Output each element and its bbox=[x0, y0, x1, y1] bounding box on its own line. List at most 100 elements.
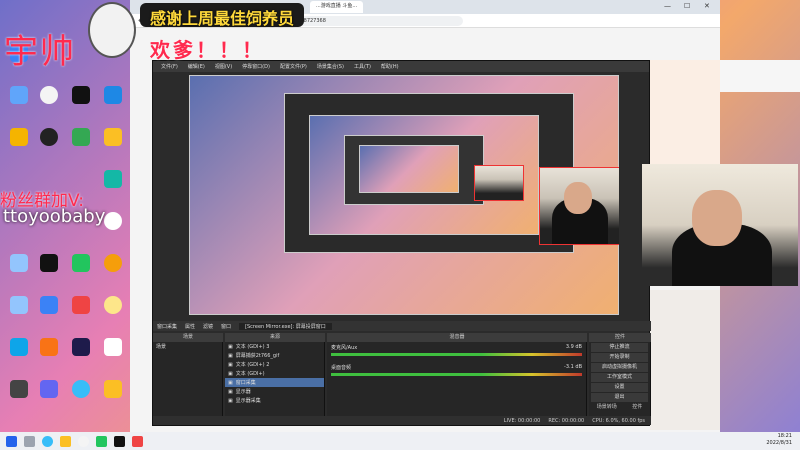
logitech-icon bbox=[40, 128, 58, 146]
obs-preview[interactable] bbox=[189, 75, 619, 315]
desktop-icon[interactable] bbox=[34, 86, 64, 104]
source-type-icon: ▣ bbox=[228, 352, 233, 359]
source-item[interactable]: ▣ 文本 (GDI+) 2 bbox=[225, 360, 324, 369]
source-label: 文本 (GDI+) 3 bbox=[235, 344, 270, 350]
desktop-icon[interactable] bbox=[34, 380, 64, 398]
mixer-channel: 麦克风/Aux 3.9 dB bbox=[327, 342, 586, 362]
nested-capture bbox=[359, 145, 459, 193]
desktop-icon[interactable] bbox=[4, 338, 34, 356]
mixer-channel-header: 桌面音频 -3.1 dB bbox=[331, 364, 582, 371]
source-label: 窗口采集 bbox=[235, 380, 256, 386]
obs-menu-item[interactable]: 场景集合(S) bbox=[317, 63, 344, 70]
volume-meter[interactable] bbox=[331, 373, 582, 376]
desktop-icon[interactable] bbox=[98, 170, 128, 188]
obs-menu-item[interactable]: 编辑(E) bbox=[188, 63, 205, 70]
controls-footer-tab[interactable]: 控件 bbox=[632, 403, 642, 410]
control-button[interactable]: 退出 bbox=[591, 393, 648, 402]
desktop-icon[interactable] bbox=[66, 86, 96, 104]
window-label: 窗口 bbox=[221, 323, 232, 330]
obs-icon[interactable] bbox=[114, 435, 125, 447]
obs-menu-item[interactable]: 文件(F) bbox=[161, 63, 178, 70]
desktop-icon[interactable] bbox=[34, 128, 64, 146]
control-button[interactable]: 工作室模式 bbox=[591, 373, 648, 382]
file-icon bbox=[10, 254, 28, 272]
source-label: 显示器 bbox=[235, 389, 251, 395]
desktop-icon[interactable] bbox=[34, 296, 64, 314]
scene-item[interactable]: 场景 bbox=[153, 342, 222, 351]
desktop-icon[interactable] bbox=[98, 86, 128, 104]
app-icon bbox=[40, 296, 58, 314]
source-label: 屏幕捕获2t766_gif bbox=[235, 353, 280, 359]
app-icon bbox=[40, 338, 58, 356]
desktop-icon[interactable] bbox=[66, 254, 96, 272]
desktop-icon[interactable] bbox=[4, 254, 34, 272]
mixer-channel-name: 桌面音频 bbox=[331, 365, 352, 371]
source-item[interactable]: ▣ 屏幕捕获2t766_gif bbox=[225, 351, 324, 360]
webcam-source[interactable] bbox=[539, 167, 619, 245]
control-button[interactable]: 停止推流 bbox=[591, 343, 648, 352]
explorer-icon[interactable] bbox=[60, 435, 71, 447]
source-toolbar: 窗口采集 属性 滤镜 窗口 [Screen Mirror.exe]: 屏幕投屏窗… bbox=[153, 321, 651, 331]
control-button[interactable]: 启动虚拟摄像机 bbox=[591, 363, 648, 372]
app-icon bbox=[104, 338, 122, 356]
desktop-icon[interactable] bbox=[4, 86, 34, 104]
control-button[interactable]: 开始录制 bbox=[591, 353, 648, 362]
desktop-icon[interactable] bbox=[98, 128, 128, 146]
blessing-text: 欢爹！！！ bbox=[150, 38, 265, 62]
properties-button[interactable]: 属性 bbox=[185, 323, 195, 330]
source-type-icon: ▣ bbox=[228, 370, 233, 377]
desktop-icon[interactable] bbox=[4, 128, 34, 146]
mixer-channel-header: 麦克风/Aux 3.9 dB bbox=[331, 344, 582, 351]
desktop-icon[interactable] bbox=[98, 380, 128, 398]
wechat-icon[interactable] bbox=[96, 435, 107, 447]
status-item: CPU: 6.0%, 60.00 fps bbox=[592, 417, 645, 424]
volume-meter[interactable] bbox=[331, 353, 582, 356]
source-item[interactable]: ▣ 显示器 bbox=[225, 387, 324, 396]
desktop-icon[interactable] bbox=[34, 254, 64, 272]
edge-icon[interactable] bbox=[42, 435, 53, 447]
source-type-icon: ▣ bbox=[228, 361, 233, 368]
obs-menu-item[interactable]: 工具(T) bbox=[354, 63, 371, 70]
controls-footer: 场景转场 控件 bbox=[589, 403, 650, 410]
desktop-icon[interactable] bbox=[98, 296, 128, 314]
obs-status-bar: LIVE: 00:00:00 REC: 00:00:00 CPU: 6.0%, 60… bbox=[153, 416, 651, 425]
obs-menu-item[interactable]: 视图(V) bbox=[215, 63, 232, 70]
obs-menu-item[interactable]: 停靠窗口(D) bbox=[242, 63, 270, 70]
wechat-icon bbox=[72, 254, 90, 272]
app-icon[interactable] bbox=[132, 435, 143, 447]
desktop-icon[interactable] bbox=[66, 296, 96, 314]
app-icon bbox=[72, 296, 90, 314]
controls-footer-tab[interactable]: 场景转场 bbox=[597, 403, 617, 410]
desktop-icon[interactable] bbox=[34, 338, 64, 356]
source-item[interactable]: ▣ 窗口采集 bbox=[225, 378, 324, 387]
source-item[interactable]: ▣ 显示器采集 bbox=[225, 396, 324, 405]
webcam-thumbnail bbox=[474, 165, 524, 201]
start-icon[interactable] bbox=[6, 435, 17, 447]
desktop-icon[interactable] bbox=[98, 254, 128, 272]
desktop-icon[interactable] bbox=[98, 338, 128, 356]
mixer-channel-db: 3.9 dB bbox=[565, 344, 582, 350]
obs-menu-item[interactable]: 帮助(H) bbox=[381, 63, 399, 70]
desktop-icon[interactable] bbox=[66, 380, 96, 398]
desktop-icon[interactable] bbox=[66, 128, 96, 146]
desktop-icon[interactable] bbox=[4, 296, 34, 314]
system-clock[interactable]: 18:21 2022/8/31 bbox=[766, 433, 792, 447]
minimize-button[interactable]: — bbox=[664, 2, 671, 10]
source-item[interactable]: ▣ 文本 (GDI+) 3 bbox=[225, 342, 324, 351]
desktop-icon[interactable] bbox=[4, 380, 34, 398]
mixer-dock: 麦克风/Aux 3.9 dB 桌面音频 -3.1 dB bbox=[327, 342, 587, 418]
obs-menu-item[interactable]: 配置文件(P) bbox=[280, 63, 307, 70]
control-button[interactable]: 设置 bbox=[591, 383, 648, 392]
close-button[interactable]: ✕ bbox=[704, 2, 710, 10]
taskbar bbox=[0, 432, 800, 450]
source-item[interactable]: ▣ 文本 (GDI+) bbox=[225, 369, 324, 378]
app-icon bbox=[104, 296, 122, 314]
search-icon[interactable] bbox=[24, 435, 35, 447]
chrome-icon[interactable] bbox=[78, 435, 89, 447]
filters-button[interactable]: 滤镜 bbox=[203, 323, 213, 330]
browser-tab[interactable]: ...游戏直播 斗鱼... bbox=[310, 1, 364, 13]
source-name: 窗口采集 bbox=[157, 323, 178, 330]
window-select[interactable]: [Screen Mirror.exe]: 屏幕投屏窗口 bbox=[239, 322, 332, 330]
maximize-button[interactable]: ☐ bbox=[684, 2, 690, 10]
desktop-icon[interactable] bbox=[66, 338, 96, 356]
